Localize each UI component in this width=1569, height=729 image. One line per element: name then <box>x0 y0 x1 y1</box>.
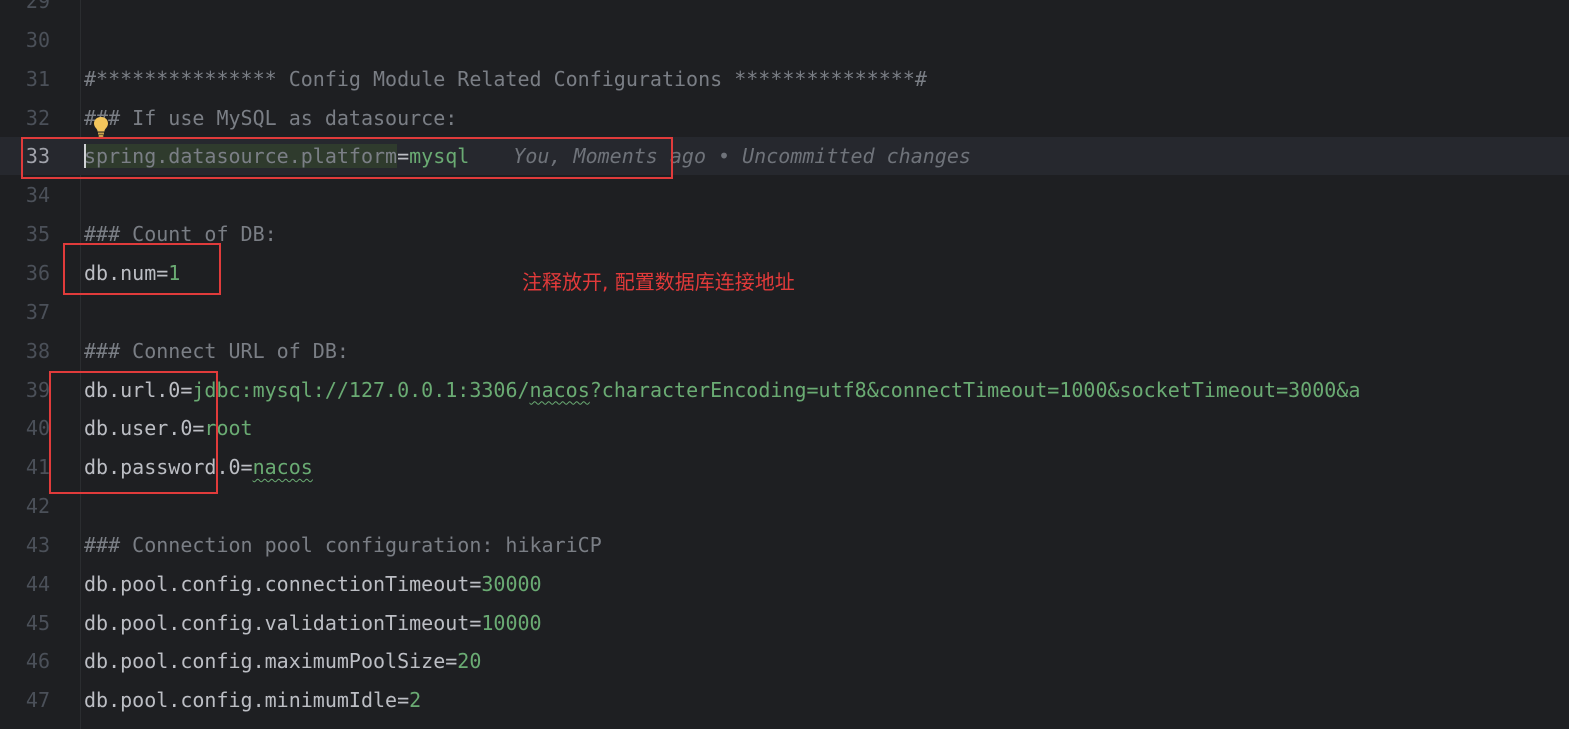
code-line[interactable]: 45 db.pool.config.validationTimeout=10000 <box>0 604 1569 642</box>
code-token: db.pool.config.connectionTimeout <box>84 571 470 596</box>
line-number: 32 <box>25 105 50 130</box>
code-token: 2 <box>409 688 422 713</box>
line-number: 46 <box>25 649 50 674</box>
code-token: nacos <box>252 455 313 480</box>
code-token: ### If use MySQL as datasource: <box>84 105 458 130</box>
code-line[interactable]: 30 <box>0 21 1569 59</box>
line-code[interactable]: ### Connection pool configuration: hikar… <box>84 526 602 564</box>
line-number: 40 <box>25 416 50 441</box>
code-token: 30000 <box>481 571 542 596</box>
code-token: = <box>445 649 458 674</box>
line-number: 45 <box>25 610 50 635</box>
code-token: #*************** Config Module Related C… <box>84 66 927 91</box>
code-line[interactable]: 47 db.pool.config.minimumIdle=2 <box>0 681 1569 719</box>
highlight-box-platform <box>21 137 673 179</box>
code-line[interactable]: 29 <box>0 0 1569 20</box>
line-number: 35 <box>25 222 50 247</box>
line-code[interactable]: ### Connect URL of DB: <box>84 332 349 370</box>
code-token: ### Connect URL of DB: <box>84 338 349 363</box>
code-token: db.pool.config.minimumIdle <box>84 688 398 713</box>
code-line[interactable]: 44 db.pool.config.connectionTimeout=30000 <box>0 565 1569 603</box>
code-editor[interactable]: 29 30 31 #*************** Config Module Rel… <box>0 0 1569 729</box>
code-line[interactable]: 32 ### If use MySQL as datasource: <box>0 99 1569 137</box>
code-token: 10000 <box>481 610 542 635</box>
line-number: 31 <box>25 66 50 91</box>
code-line[interactable]: 37 <box>0 293 1569 331</box>
line-code[interactable]: ### If use MySQL as datasource: <box>84 99 457 137</box>
code-token: = <box>397 688 410 713</box>
line-number: 37 <box>25 299 50 324</box>
line-number: 41 <box>25 455 50 480</box>
line-number: 42 <box>25 494 50 519</box>
line-number: 39 <box>25 377 50 402</box>
line-number: 47 <box>25 688 50 713</box>
code-line[interactable]: 38 ### Connect URL of DB: <box>0 332 1569 370</box>
line-code[interactable]: db.pool.config.connectionTimeout=30000 <box>84 565 542 603</box>
line-number: 30 <box>25 27 50 52</box>
highlight-box-credentials <box>49 371 218 494</box>
annotation-note: 注释放开, 配置数据库连接地址 <box>522 270 795 294</box>
code-line[interactable]: 39 db.url.0=jdbc:mysql://127.0.0.1:3306/n… <box>0 371 1569 409</box>
code-token: ### Connection pool configuration: hikar… <box>84 532 602 557</box>
code-line[interactable]: 34 <box>0 176 1569 214</box>
line-code[interactable]: db.url.0=jdbc:mysql://127.0.0.1:3306/nac… <box>84 371 1360 409</box>
highlight-box-dbnum <box>63 243 221 295</box>
code-token: ?characterEncoding=utf8&connectTimeout=1… <box>589 377 1361 402</box>
code-line[interactable]: 42 <box>0 487 1569 525</box>
lightbulb-icon[interactable] <box>93 116 109 138</box>
code-token: 20 <box>457 649 482 674</box>
code-line[interactable]: 40 db.user.0=root <box>0 409 1569 447</box>
line-code[interactable]: #*************** Config Module Related C… <box>84 60 927 98</box>
line-number: 34 <box>25 183 50 208</box>
line-number: 38 <box>25 338 50 363</box>
line-code[interactable]: db.pool.config.validationTimeout=10000 <box>84 604 542 642</box>
line-number: 36 <box>25 260 50 285</box>
code-line[interactable]: 46 db.pool.config.maximumPoolSize=20 <box>0 642 1569 680</box>
code-line[interactable]: 31 #*************** Config Module Related… <box>0 60 1569 98</box>
code-token: db.pool.config.maximumPoolSize <box>84 649 446 674</box>
code-token: db.pool.config.validationTimeout <box>84 610 470 635</box>
line-number: 29 <box>25 0 50 13</box>
code-token: = <box>469 571 482 596</box>
line-code[interactable]: db.pool.config.minimumIdle=2 <box>84 681 421 719</box>
line-number: 44 <box>25 571 50 596</box>
code-token: jdbc:mysql://127.0.0.1:3306/ <box>192 377 530 402</box>
line-number: 43 <box>25 532 50 557</box>
code-token: nacos <box>529 377 590 402</box>
line-code[interactable]: db.pool.config.maximumPoolSize=20 <box>84 642 481 680</box>
code-token: = <box>469 610 482 635</box>
code-line[interactable]: 35 ### Count of DB: <box>0 215 1569 253</box>
code-token: = <box>240 455 253 480</box>
code-line[interactable]: 41 db.password.0=nacos <box>0 448 1569 486</box>
code-line[interactable]: 43 ### Connection pool configuration: hik… <box>0 526 1569 564</box>
